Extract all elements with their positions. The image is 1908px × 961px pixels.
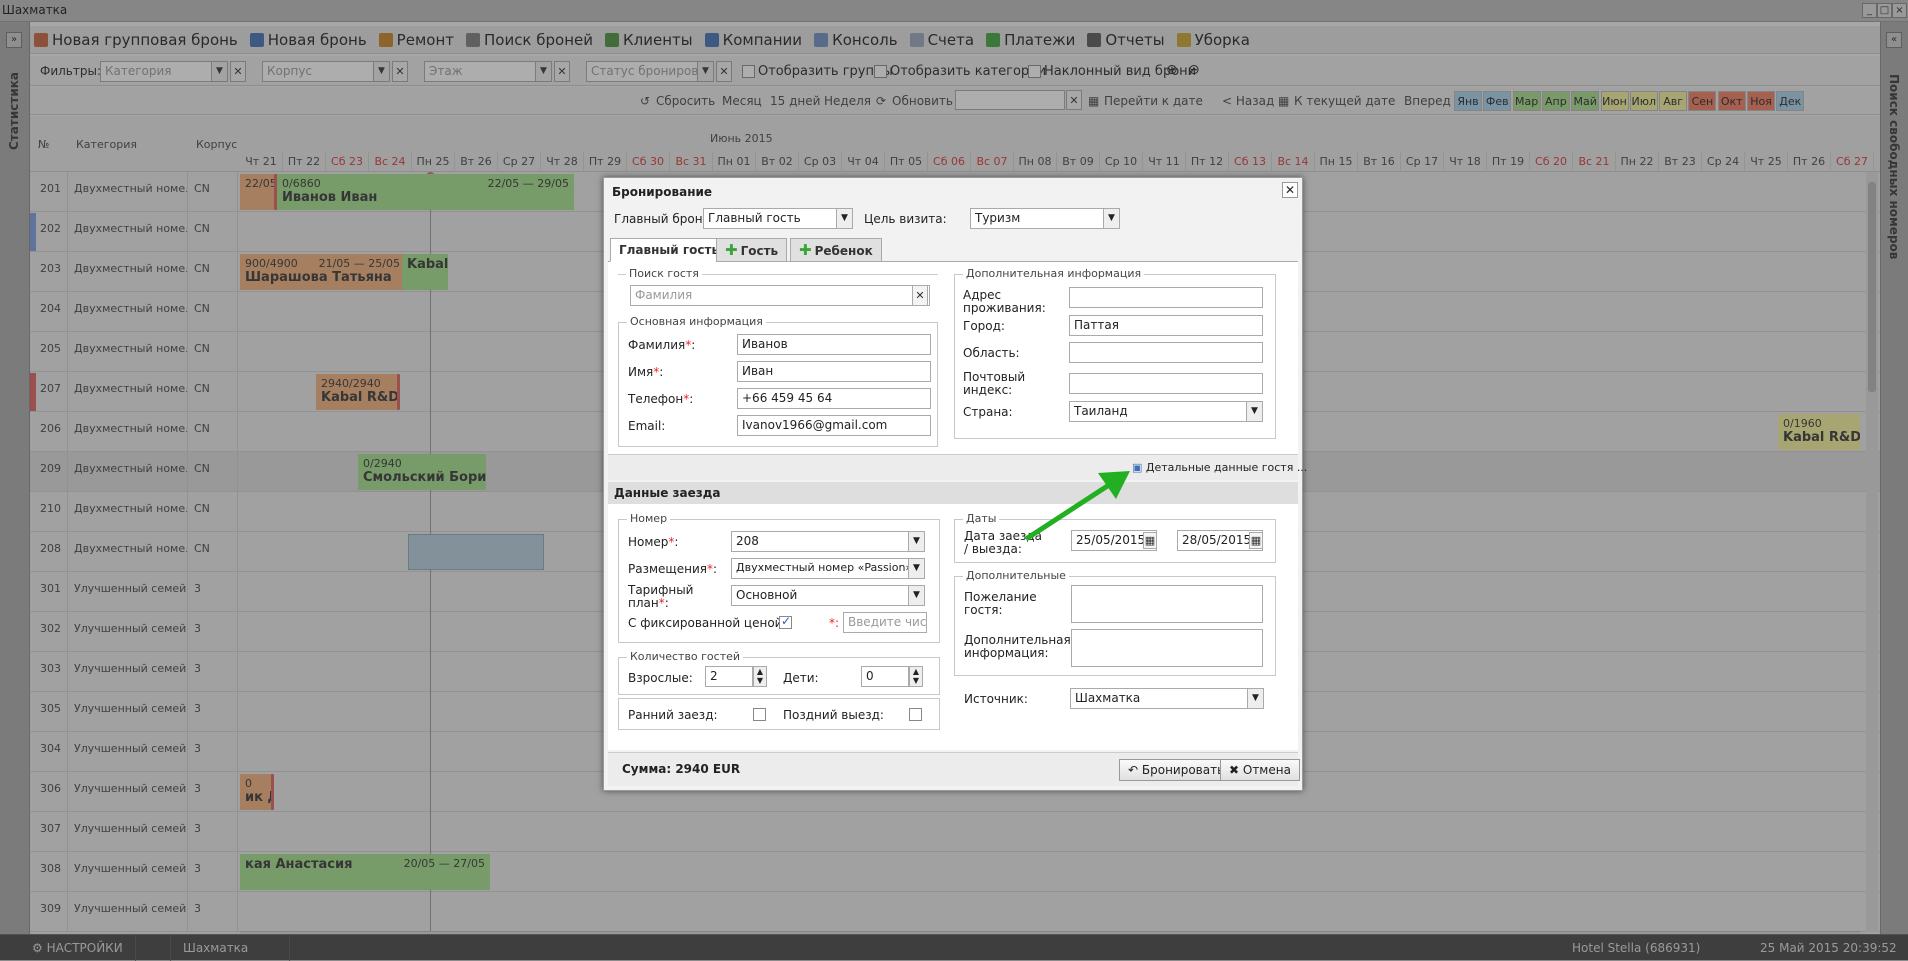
country-select[interactable]: Таиланд ▼ — [1069, 401, 1263, 422]
calendar-icon[interactable]: ▦ — [1249, 532, 1263, 549]
tariff-select[interactable]: Основной ▼ — [731, 585, 925, 606]
guest-count-group: Количество гостей Взрослые: 2 ▲ ▼ Дети: 0… — [618, 650, 940, 695]
plus-icon: ✚ — [799, 241, 812, 259]
guest-count-legend: Количество гостей — [627, 650, 744, 663]
total-sum: Сумма: 2940 EUR — [622, 762, 741, 776]
guest-search-group: Поиск гостя Фамилия ✕ — [618, 267, 938, 306]
first-name-label: Имя*: — [628, 365, 664, 379]
guest-details-link[interactable]: ▣ Детальные данные гостя ... — [1132, 461, 1307, 474]
chevron-down-icon[interactable]: ▼ — [1246, 402, 1262, 421]
early-checkin-label: Ранний заезд: — [628, 708, 718, 722]
chevron-down-icon[interactable]: ▼ — [1103, 209, 1119, 228]
last-name-label: Фамилия*: — [628, 338, 696, 352]
placement-select[interactable]: Двухместный номер «Passion» ▼ — [731, 558, 925, 579]
city-input[interactable]: Паттая — [1069, 315, 1263, 336]
stay-panel: Номер Номер*: 208 ▼ Размещения*: Двухмест… — [608, 504, 1298, 750]
first-name-input[interactable]: Иван — [737, 361, 931, 382]
pointer-arrow — [1024, 471, 1130, 542]
clear-search-icon[interactable]: ✕ — [912, 285, 928, 306]
plus-icon: ✚ — [725, 241, 738, 259]
room-label: Номер*: — [628, 535, 679, 549]
room-legend: Номер — [627, 512, 671, 525]
visit-purpose-label: Цель визита: — [864, 212, 947, 226]
address-input[interactable] — [1069, 287, 1263, 308]
price-input[interactable]: Введите числ — [843, 612, 927, 633]
phone-label: Телефон*: — [628, 392, 694, 406]
basic-info-legend: Основная информация — [627, 315, 766, 328]
early-late-group: Ранний заезд: Поздний выезд: — [618, 698, 940, 730]
late-checkout-label: Поздний выезд: — [783, 708, 884, 722]
country-label: Страна: — [963, 405, 1013, 419]
details-bar: ▣ Детальные данные гостя ... — [608, 454, 1307, 480]
city-label: Город: — [963, 319, 1005, 333]
additional-info-label: Дополнительная информация: — [964, 633, 1071, 660]
fixed-price-label: С фиксированной ценой: — [628, 616, 787, 630]
tab-main-guest[interactable]: Главный гость — [610, 238, 729, 262]
chevron-down-icon[interactable]: ▼ — [908, 532, 924, 551]
email-label: Email: — [628, 419, 666, 433]
late-checkout-checkbox[interactable] — [909, 708, 922, 721]
room-select[interactable]: 208 ▼ — [731, 531, 925, 552]
dialog-title: Бронирование — [612, 185, 713, 199]
chevron-down-icon[interactable]: ▼ — [908, 586, 924, 605]
wish-textarea[interactable] — [1071, 585, 1263, 623]
tab-child[interactable]: ✚ Ребенок — [790, 238, 882, 262]
arrow-shaft — [1024, 480, 1114, 542]
additional-legend: Дополнительные — [963, 569, 1069, 582]
last-name-input[interactable]: Иванов — [737, 334, 931, 355]
room-group: Номер Номер*: 208 ▼ Размещения*: Двухмест… — [618, 512, 940, 643]
address-label: Адрес проживания: — [963, 288, 1046, 315]
basic-info-group: Основная информация Фамилия*: Иванов Имя… — [618, 315, 938, 447]
email-input[interactable]: Ivanov1966@gmail.com — [737, 415, 931, 436]
guest-panel: Поиск гостя Фамилия ✕ Основная информаци… — [608, 262, 1298, 454]
dialog-footer: Сумма: 2940 EUR ↶ Бронировать ✖ Отмена — [608, 752, 1300, 786]
calendar-icon[interactable]: ▦ — [1143, 532, 1157, 549]
region-input[interactable] — [1069, 342, 1263, 363]
adults-label: Взрослые: — [628, 671, 693, 685]
adults-spinner-icon[interactable]: ▲ ▼ — [753, 666, 767, 687]
children-label: Дети: — [783, 671, 819, 685]
additional-group: Дополнительные Пожелание гостя: Дополнит… — [954, 569, 1276, 676]
close-dialog-icon[interactable]: ✕ — [1282, 182, 1298, 198]
chevron-down-icon[interactable]: ▼ — [1247, 689, 1263, 708]
placement-label: Размещения*: — [628, 562, 718, 576]
extra-info-legend: Дополнительная информация — [963, 267, 1145, 280]
chevron-down-icon[interactable]: ▼ — [836, 209, 852, 228]
zip-input[interactable] — [1069, 373, 1263, 394]
children-spinner-icon[interactable]: ▲ ▼ — [909, 666, 923, 687]
region-label: Область: — [963, 346, 1020, 360]
early-checkin-checkbox[interactable] — [753, 708, 766, 721]
tariff-label: Тарифный план*: — [628, 583, 694, 610]
book-button[interactable]: ↶ Бронировать — [1119, 759, 1234, 781]
main-guest-select[interactable]: Главный гость ▼ — [703, 208, 853, 229]
cancel-button[interactable]: ✖ Отмена — [1220, 759, 1300, 781]
source-select[interactable]: Шахматка ▼ — [1070, 688, 1264, 709]
fixed-price-checkbox[interactable] — [779, 614, 792, 629]
guest-search-legend: Поиск гостя — [626, 267, 702, 280]
additional-info-textarea[interactable] — [1071, 629, 1263, 667]
wish-label: Пожелание гостя: — [964, 590, 1037, 617]
chevron-down-icon[interactable]: ▼ — [908, 559, 924, 578]
guest-search-input[interactable]: Фамилия — [630, 285, 930, 306]
dates-legend: Даты — [963, 512, 1000, 525]
extra-info-group: Дополнительная информация Адрес проживан… — [954, 267, 1276, 439]
source-label: Источник: — [964, 692, 1028, 706]
stay-data-header: Данные заезда — [608, 482, 1298, 504]
undo-arrow-icon: ↶ — [1128, 763, 1142, 777]
tab-guest[interactable]: ✚ Гость — [716, 238, 788, 262]
price-required-mark: *: — [829, 616, 840, 630]
main-guest-label: Главный брони — [614, 212, 711, 226]
children-input[interactable]: 0 — [861, 666, 909, 687]
booking-dialog: Бронирование ✕ Главный брони Главный гос… — [603, 177, 1307, 791]
adults-input[interactable]: 2 — [705, 666, 753, 687]
close-icon: ✖ — [1229, 763, 1243, 777]
arrow-head — [1098, 471, 1130, 499]
phone-input[interactable]: +66 459 45 64 — [737, 388, 931, 409]
visit-purpose-select[interactable]: Туризм ▼ — [970, 208, 1120, 229]
zip-label: Почтовый индекс: — [963, 370, 1026, 397]
